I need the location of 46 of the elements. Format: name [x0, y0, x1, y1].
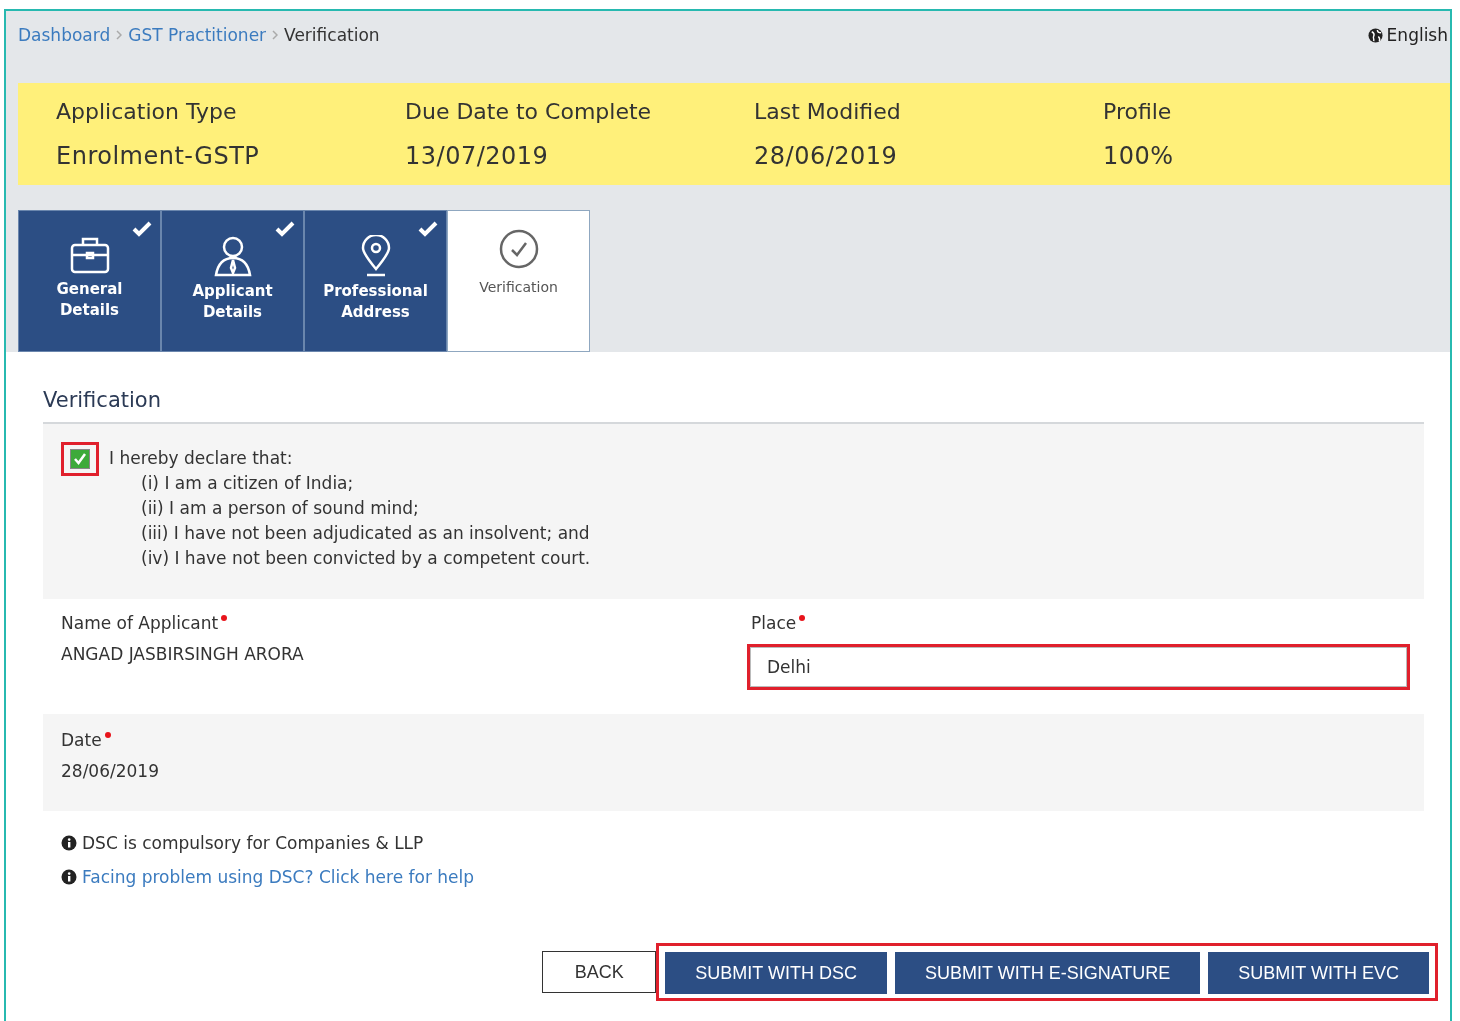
location-pin-icon: [359, 235, 392, 277]
declaration-point: (iii) I have not been adjudicated as an insolvent; and: [140, 522, 591, 545]
info-icon: [61, 869, 77, 885]
summary-label: Due Date to Complete: [405, 98, 653, 124]
step-tab[interactable]: Applicant Details: [161, 210, 304, 352]
date-value: 28/06/2019: [61, 761, 160, 781]
chevron-icon: [272, 30, 279, 40]
summary-value: 13/07/2019: [405, 141, 550, 170]
checkmark-icon: [275, 221, 295, 237]
summary-value: 100%: [1103, 141, 1175, 170]
globe-icon: [1367, 27, 1383, 43]
field-label: Place: [751, 613, 1410, 633]
place-input[interactable]: Delhi: [750, 647, 1407, 687]
briefcase-icon: [68, 235, 111, 275]
submit-button[interactable]: SUBMIT WITH DSC: [665, 952, 887, 994]
checkmark-icon: [418, 221, 438, 237]
info-note: DSC is compulsory for Companies & LLP: [82, 833, 424, 853]
checkmark-icon: [132, 221, 152, 237]
applicant-name: ANGAD JASBIRSINGH ARORA: [61, 644, 305, 664]
step-tab[interactable]: Professional Address: [304, 210, 447, 352]
breadcrumb-current: Verification: [284, 25, 380, 45]
back-button[interactable]: BACK: [542, 951, 657, 993]
chevron-icon: [116, 30, 123, 40]
summary-value: 28/06/2019: [754, 141, 899, 170]
summary-value: Enrolment-GSTP: [56, 141, 261, 170]
breadcrumb-link[interactable]: Dashboard: [18, 25, 111, 45]
declaration-point: (iv) I have not been convicted by a competent court.: [140, 547, 591, 570]
summary-label: Profile: [1103, 98, 1173, 124]
breadcrumb-link[interactable]: GST Practitioner: [128, 25, 267, 45]
step-tab[interactable]: General Details: [18, 210, 161, 352]
help-link[interactable]: Facing problem using DSC? Click here for help: [82, 867, 475, 887]
declaration-point: (ii) I am a person of sound mind;: [140, 497, 420, 520]
field-label: Date: [61, 730, 1406, 750]
checkbox[interactable]: [70, 449, 90, 469]
language-selector[interactable]: English: [1367, 25, 1448, 45]
summary-label: Application Type: [56, 98, 238, 124]
check-circle-icon: [498, 229, 539, 269]
field-label: Name of Applicant: [61, 613, 751, 633]
declaration-heading: I hereby declare that:: [109, 447, 294, 470]
info-icon: [61, 835, 77, 851]
submit-button[interactable]: SUBMIT WITH EVC: [1208, 952, 1429, 994]
summary-label: Last Modified: [754, 98, 902, 124]
checkmark-icon: [73, 452, 87, 466]
declaration-point: (i) I am a citizen of India;: [140, 472, 355, 495]
submit-button[interactable]: SUBMIT WITH E-SIGNATURE: [894, 952, 1201, 994]
step-tab[interactable]: Verification: [447, 210, 590, 352]
